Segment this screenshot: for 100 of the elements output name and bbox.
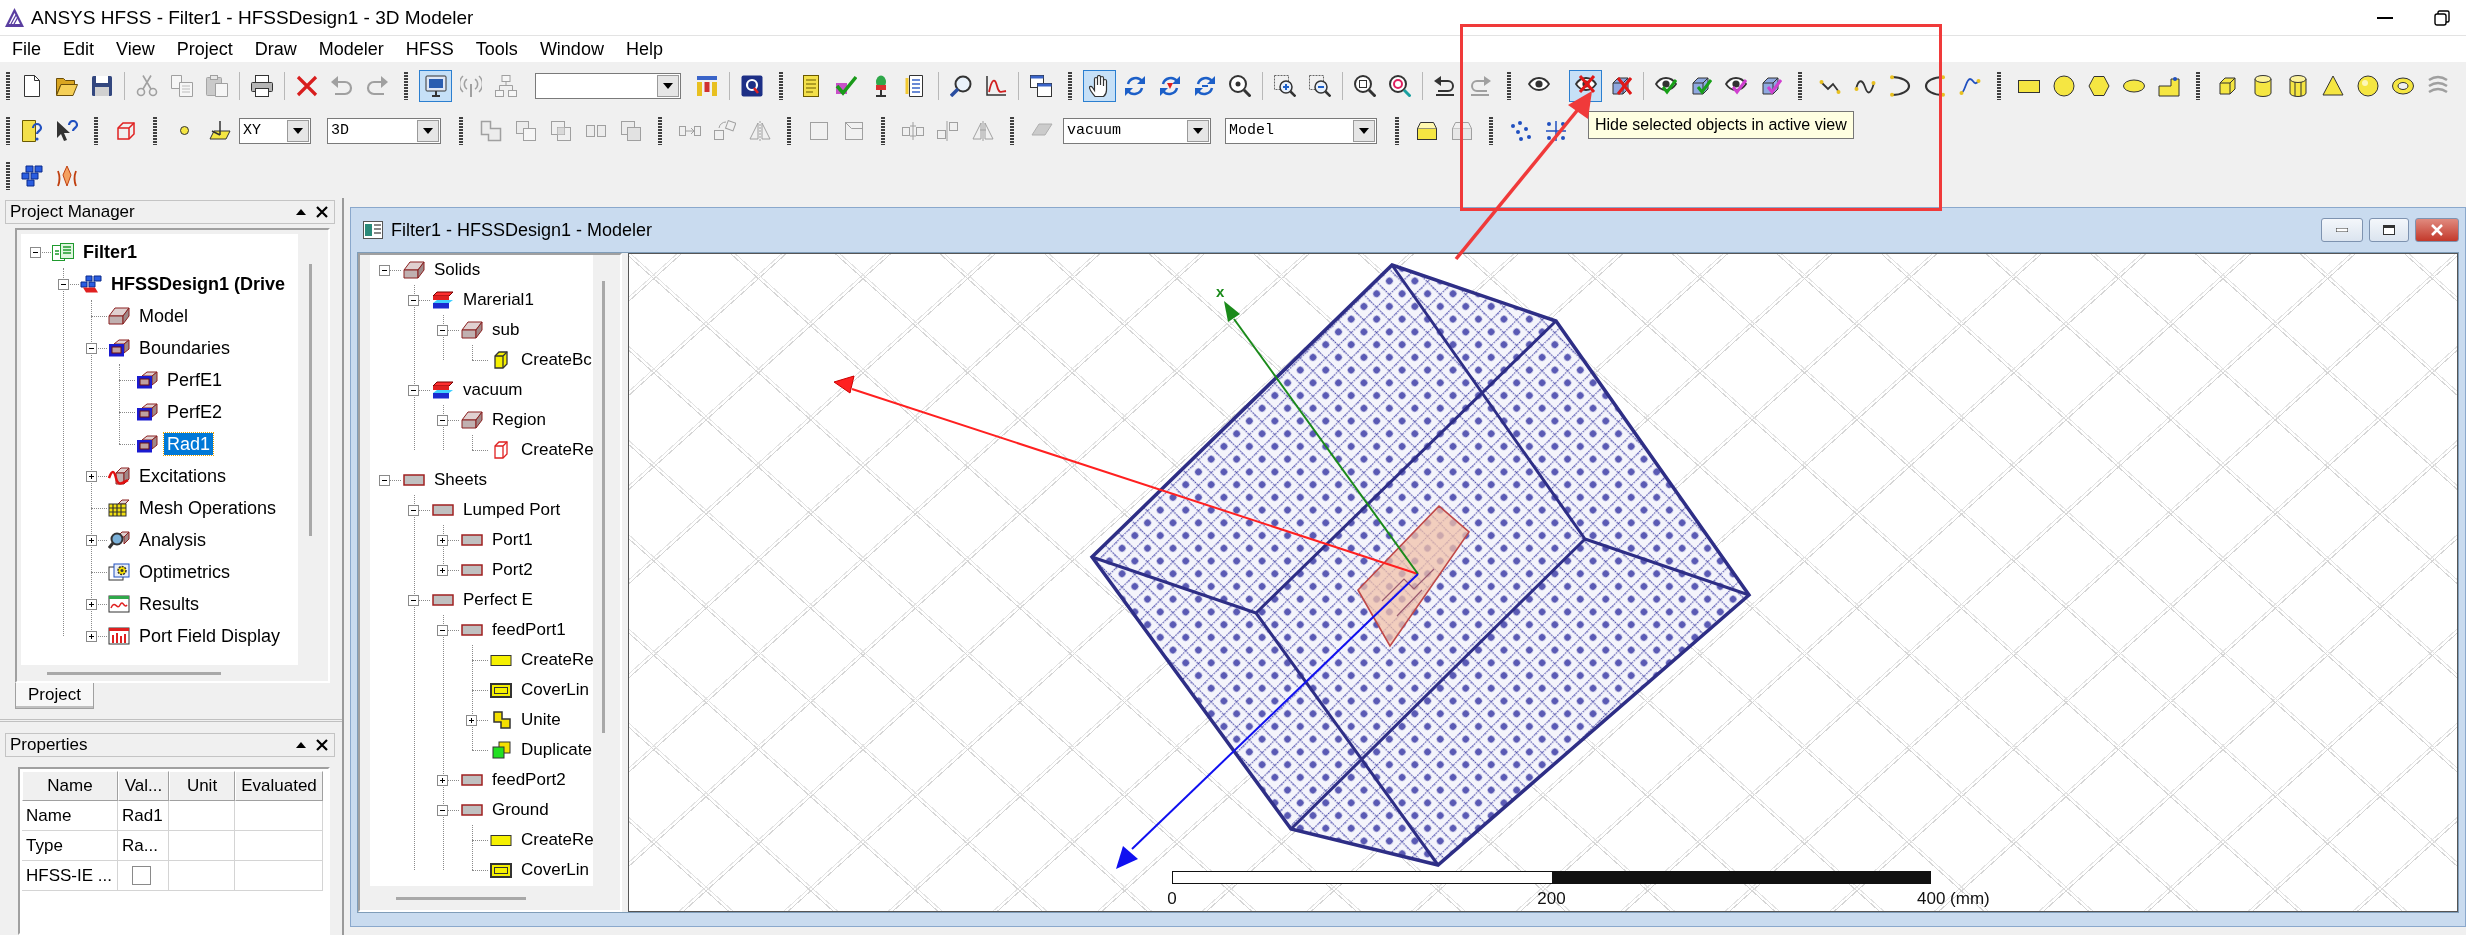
minus-box-icon[interactable] bbox=[437, 324, 448, 336]
column-header[interactable]: Val... bbox=[118, 771, 169, 801]
tree-item[interactable]: Excitations bbox=[136, 464, 230, 488]
minus-box-icon[interactable] bbox=[379, 264, 390, 276]
plus-box-icon[interactable] bbox=[85, 630, 97, 642]
tree-item[interactable]: Lumped Port bbox=[460, 499, 564, 521]
menu-item[interactable]: Project bbox=[165, 36, 244, 62]
plus-box-icon[interactable] bbox=[437, 564, 448, 576]
up-arrow-icon[interactable] bbox=[296, 207, 306, 217]
plus-box-icon[interactable] bbox=[437, 774, 448, 786]
plus-box-icon[interactable] bbox=[85, 598, 97, 610]
tree-item[interactable]: CreateRe bbox=[518, 439, 593, 461]
minus-box-icon[interactable] bbox=[379, 474, 390, 486]
tree-item[interactable]: Results bbox=[136, 592, 203, 616]
menu-item[interactable]: HFSS bbox=[394, 36, 465, 62]
menu-item[interactable]: Window bbox=[528, 36, 615, 62]
menu-item[interactable]: Modeler bbox=[307, 36, 395, 62]
tree-item[interactable]: Solids bbox=[431, 259, 484, 281]
menu-item[interactable]: Help bbox=[614, 36, 674, 62]
tree-item[interactable]: Port Field Display bbox=[136, 624, 284, 648]
minus-box-icon[interactable] bbox=[408, 384, 419, 396]
menu-item[interactable]: Draw bbox=[243, 36, 308, 62]
minus-box-icon[interactable] bbox=[408, 294, 419, 306]
dropdown[interactable] bbox=[535, 72, 681, 99]
rectangle-icon bbox=[460, 561, 483, 579]
scrollbar-thumb[interactable] bbox=[47, 672, 221, 676]
close-icon[interactable] bbox=[316, 206, 328, 218]
tree-item[interactable]: CreateRe bbox=[518, 649, 593, 671]
model-viewport[interactable]: x 0 200 400 (mm) bbox=[628, 253, 2458, 912]
tree-item[interactable]: Mesh Operations bbox=[136, 496, 280, 520]
plus-box-icon[interactable] bbox=[466, 714, 477, 726]
tree-item[interactable]: feedPort1 bbox=[489, 619, 569, 641]
tree-item[interactable]: PerfE1 bbox=[164, 368, 226, 392]
tree-item[interactable]: PerfE2 bbox=[164, 400, 226, 424]
tree-item[interactable]: Region bbox=[489, 409, 549, 431]
toolbar-button[interactable] bbox=[1569, 69, 1602, 102]
scrollbar-thumb[interactable] bbox=[308, 264, 312, 536]
tree-item[interactable]: Perfect E bbox=[460, 589, 536, 611]
pointer-icon bbox=[55, 119, 78, 142]
magnifier-icon bbox=[108, 531, 130, 549]
tree-item[interactable]: Unite bbox=[518, 709, 564, 731]
plus-box-icon[interactable] bbox=[437, 534, 448, 546]
plus-box-icon[interactable] bbox=[85, 470, 97, 482]
menu-item[interactable]: Edit bbox=[52, 36, 106, 62]
minus-box-icon[interactable] bbox=[29, 246, 41, 258]
minus-box-icon[interactable] bbox=[408, 594, 419, 606]
tree-item[interactable]: sub bbox=[489, 319, 523, 341]
tree-item[interactable]: Marerial1 bbox=[460, 289, 537, 311]
tree-item[interactable]: CoverLin bbox=[518, 679, 593, 701]
tree-item[interactable]: vacuum bbox=[460, 379, 526, 401]
minus-box-icon[interactable] bbox=[437, 624, 448, 636]
toolbar-button[interactable] bbox=[419, 69, 452, 102]
plus-box-icon[interactable] bbox=[85, 534, 97, 546]
tree-item[interactable]: Sheets bbox=[431, 469, 490, 491]
close-icon[interactable] bbox=[316, 739, 328, 751]
dropdown[interactable]: 3D bbox=[327, 117, 441, 144]
dropdown[interactable]: vacuum bbox=[1063, 117, 1211, 144]
tree-item[interactable]: CoverLin bbox=[518, 859, 593, 881]
minus-box-icon[interactable] bbox=[437, 804, 448, 816]
mesh-cube[interactable] bbox=[1089, 263, 1752, 867]
close-button[interactable] bbox=[2415, 218, 2459, 242]
checkbox[interactable] bbox=[132, 866, 151, 885]
table-cell: HFSS-IE ... bbox=[26, 865, 112, 886]
minus-box-icon[interactable] bbox=[57, 278, 69, 290]
minus-box-icon[interactable] bbox=[85, 342, 97, 354]
tree-item[interactable]: CreateBc bbox=[518, 349, 593, 371]
menu-item[interactable]: View bbox=[105, 36, 166, 62]
tree-item[interactable]: Rad1 bbox=[164, 432, 214, 456]
tree-item[interactable]: Port1 bbox=[489, 529, 536, 551]
rectangle-icon bbox=[460, 771, 483, 789]
menu-item[interactable]: File bbox=[1, 36, 52, 62]
tree-item[interactable]: CreateRe bbox=[518, 829, 593, 851]
toolbar-button[interactable] bbox=[1083, 69, 1116, 102]
wave-box-icon bbox=[108, 467, 130, 485]
tree-item[interactable]: Filter1 bbox=[80, 240, 141, 264]
tree-item[interactable]: Boundaries bbox=[136, 336, 234, 360]
menu-item[interactable]: Tools bbox=[464, 36, 529, 62]
dropdown[interactable]: XY bbox=[239, 117, 311, 144]
tree-item[interactable]: Model bbox=[136, 304, 192, 328]
tree-item[interactable]: Port2 bbox=[489, 559, 536, 581]
bar-chart-icon bbox=[108, 627, 130, 645]
column-header[interactable]: Name bbox=[22, 771, 118, 801]
restore-button[interactable] bbox=[2369, 218, 2409, 242]
scrollbar-thumb[interactable] bbox=[396, 896, 526, 900]
tree-item[interactable]: HFSSDesign1 (Drive bbox=[108, 272, 289, 296]
tab[interactable]: Project bbox=[15, 683, 94, 709]
dropdown[interactable]: Model bbox=[1225, 117, 1377, 144]
minimize-button[interactable] bbox=[2321, 218, 2363, 242]
tree-item[interactable]: Duplicate bbox=[518, 739, 593, 761]
minus-box-icon[interactable] bbox=[408, 504, 419, 516]
tree-item[interactable]: Optimetrics bbox=[136, 560, 233, 584]
redo-icon bbox=[365, 74, 388, 97]
column-header[interactable]: Unit bbox=[169, 771, 235, 801]
up-arrow-icon[interactable] bbox=[296, 740, 306, 750]
minus-box-icon[interactable] bbox=[437, 414, 448, 426]
scrollbar-thumb[interactable] bbox=[601, 281, 605, 733]
tree-item[interactable]: Analysis bbox=[136, 528, 210, 552]
column-header[interactable]: Evaluated bbox=[235, 771, 323, 801]
tree-item[interactable]: Ground bbox=[489, 799, 552, 821]
tree-item[interactable]: feedPort2 bbox=[489, 769, 569, 791]
